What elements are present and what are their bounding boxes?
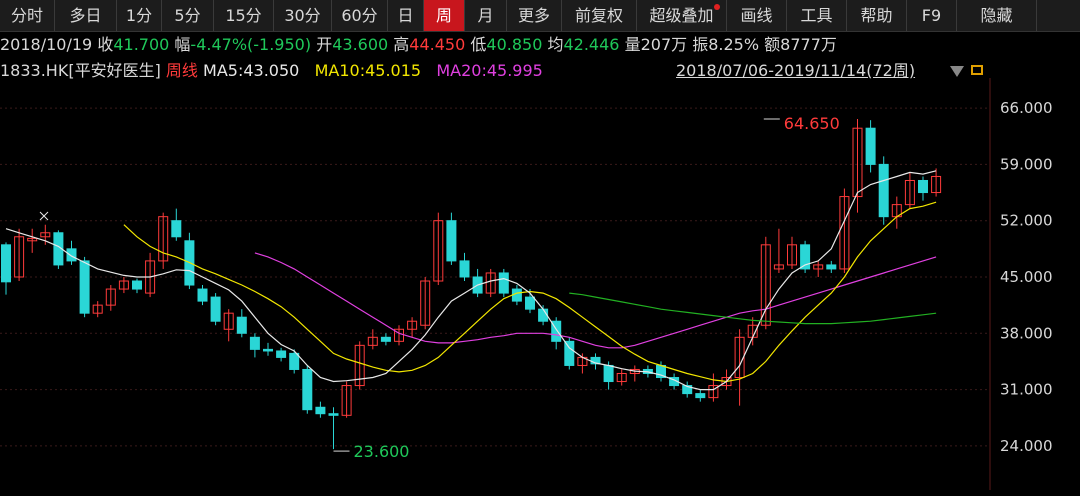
ma10-line bbox=[123, 201, 937, 383]
candle-body bbox=[695, 393, 706, 399]
candlestick-chart[interactable]: 66.000 59.000 52.000 45.000 38.000 31.000 24.0… bbox=[0, 0, 1080, 496]
candle-body bbox=[249, 336, 260, 350]
candle-body bbox=[538, 308, 549, 322]
y-tick-label: 38.000 bbox=[1000, 324, 1053, 342]
y-tick-label: 45.000 bbox=[1000, 268, 1053, 286]
candle-body bbox=[66, 248, 77, 262]
y-tick-label: 31.000 bbox=[1000, 381, 1053, 399]
candle-body bbox=[236, 316, 247, 334]
y-tick-label: 59.000 bbox=[1000, 155, 1053, 173]
candle-body bbox=[564, 340, 575, 366]
candle-body bbox=[315, 406, 326, 415]
candle-body bbox=[918, 179, 928, 194]
candle-body bbox=[459, 260, 470, 278]
candle-body bbox=[302, 368, 313, 411]
candle-body bbox=[263, 348, 273, 352]
candle-body bbox=[446, 220, 457, 262]
candle-body bbox=[380, 336, 391, 342]
candle-body bbox=[1, 244, 11, 283]
candle-body bbox=[171, 220, 182, 238]
y-tick-label: 66.000 bbox=[1000, 99, 1053, 117]
candle-body bbox=[865, 127, 876, 165]
candle-body bbox=[276, 350, 287, 358]
min-price-label: 23.600 bbox=[354, 442, 410, 461]
crosshair-icon bbox=[39, 211, 49, 221]
max-price-label: 64.650 bbox=[784, 114, 840, 133]
candle-body bbox=[132, 280, 142, 290]
candle-body bbox=[328, 413, 339, 416]
y-tick-label: 24.000 bbox=[1000, 437, 1053, 455]
candle-body bbox=[826, 264, 837, 270]
candle-body bbox=[210, 296, 221, 322]
candle-body bbox=[878, 163, 889, 218]
candle-body bbox=[79, 260, 90, 314]
y-tick-label: 52.000 bbox=[1000, 212, 1053, 230]
candle-body bbox=[498, 272, 509, 294]
candle-body bbox=[603, 364, 614, 383]
candle-body bbox=[525, 296, 535, 310]
candle-body bbox=[197, 288, 208, 302]
candle-body bbox=[289, 352, 300, 370]
